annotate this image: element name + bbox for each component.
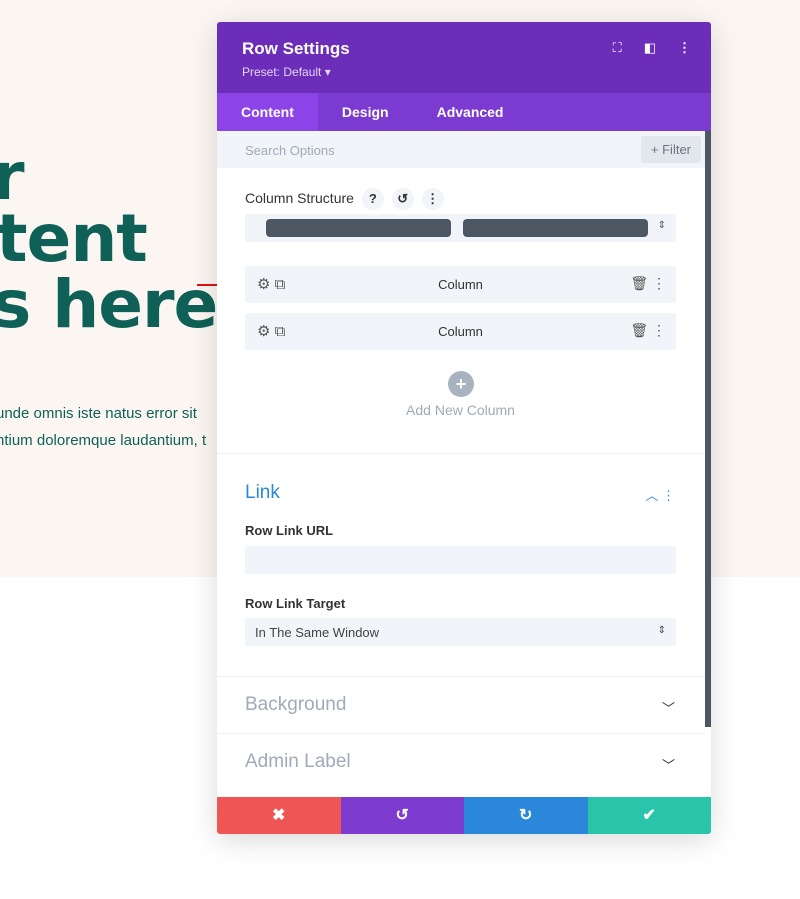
chevron-down-icon[interactable]: ﹀ [662,755,675,774]
search-placeholder: Search Options [245,143,335,158]
more-options-icon[interactable]: ⋮ [678,40,691,56]
add-column-plus-icon[interactable]: + [448,371,474,397]
save-button[interactable]: ✔ [587,797,711,834]
modal-header: Row Settings Preset: Default ▾ ⛶ ◧ ⋮ [217,22,711,93]
scrollbar[interactable] [705,131,711,727]
redo-button[interactable]: ↻ [464,797,588,834]
tab-design[interactable]: Design [318,93,413,131]
row-link-url-input[interactable] [245,546,676,574]
column-item[interactable]: ⚙ ⧉ Column 🗑 ⋮ [245,313,676,350]
tab-advanced[interactable]: Advanced [413,93,528,131]
reset-icon[interactable]: ↺ [391,188,414,210]
delete-and-more-icons[interactable]: 🗑 ⋮ [630,322,666,339]
preset-dropdown[interactable]: Preset: Default ▾ [242,65,686,79]
row-settings-modal: Row Settings Preset: Default ▾ ⛶ ◧ ⋮ Con… [217,22,711,834]
fullscreen-icon[interactable]: ⛶ [613,40,622,56]
admin-label-section-title[interactable]: Admin Label [245,751,351,773]
paragraph-line: unde omnis iste natus error sit [0,405,197,422]
column-label: Column [438,277,483,292]
search-options-input[interactable]: Search Options + Filter [217,131,711,168]
tab-bar: Content Design Advanced [217,93,711,131]
divider [217,453,705,454]
column-bar [463,219,648,237]
chevron-down-icon[interactable]: ﹀ [662,698,675,717]
select-value: In The Same Window [255,625,380,640]
background-section-title[interactable]: Background [245,694,346,716]
paragraph-line: ntium doloremque laudantium, t [0,432,207,449]
link-section-title[interactable]: Link [245,482,280,504]
chevron-up-icon[interactable]: ︿ ⋮ [645,485,675,504]
filter-button[interactable]: + Filter [640,136,701,163]
split-view-icon[interactable]: ◧ [644,40,656,56]
column-bar [266,219,451,237]
add-new-column-button[interactable]: Add New Column [217,402,704,418]
column-structure-select[interactable]: ⇕ [245,214,676,242]
row-link-target-select[interactable]: In The Same Window ⇕ [245,618,676,646]
column-item[interactable]: ⚙ ⧉ Column 🗑 ⋮ [245,266,676,303]
tab-content[interactable]: Content [217,93,318,131]
headline-line: s here. [0,266,242,343]
column-structure-label: Column Structure ? ↺ ⋮ [245,188,444,210]
undo-button[interactable]: ↺ [340,797,464,834]
label-text: Column Structure [245,190,354,206]
help-icon[interactable]: ? [361,188,384,210]
select-arrows-icon: ⇕ [657,625,666,636]
modal-footer: ✖ ↺ ↻ ✔ [217,797,711,834]
divider [217,733,705,734]
row-link-target-label: Row Link Target [245,596,346,611]
divider [217,676,705,677]
more-icon[interactable]: ⋮ [421,188,444,210]
column-label: Column [438,324,483,339]
select-arrows-icon: ⇕ [657,220,666,231]
row-link-url-label: Row Link URL [245,523,334,538]
delete-and-more-icons[interactable]: 🗑 ⋮ [630,275,666,292]
cancel-button[interactable]: ✖ [217,797,341,834]
